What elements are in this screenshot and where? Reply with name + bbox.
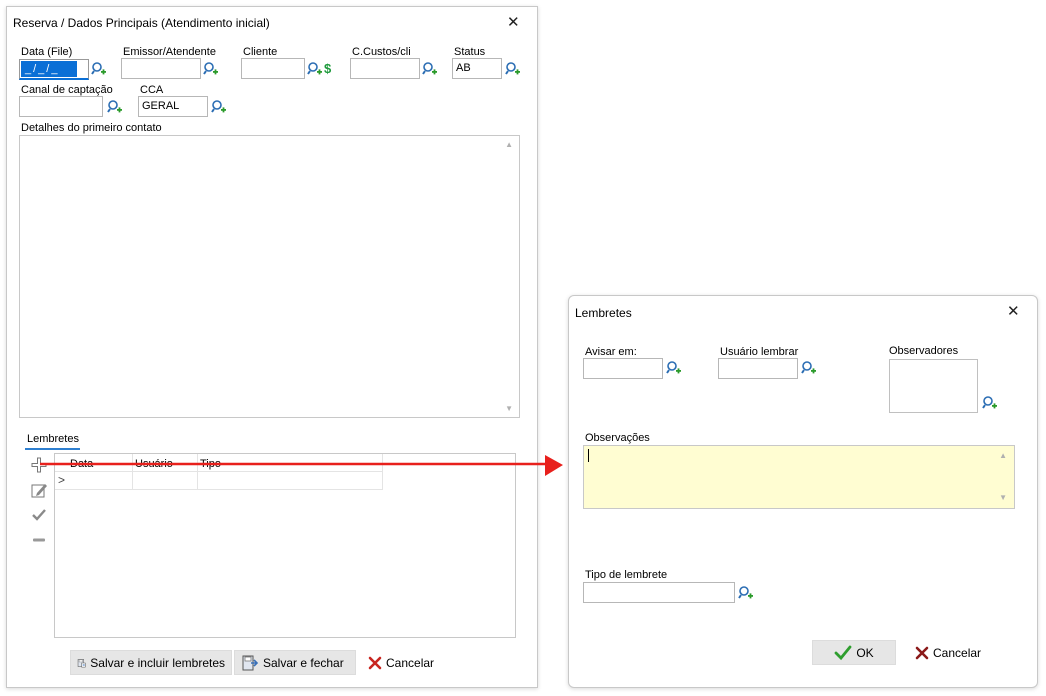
lookup-icon[interactable] (91, 61, 107, 77)
lookup-icon[interactable] (505, 61, 521, 77)
canal-field[interactable] (19, 96, 103, 117)
cca-label: CCA (140, 84, 164, 96)
usuario-lembrar-label: Usuário lembrar (720, 346, 799, 358)
lookup-icon[interactable] (307, 61, 323, 77)
lookup-icon[interactable] (738, 585, 754, 601)
reminder-dialog: Lembretes ✕ Avisar em: Usuário lembrar O… (568, 295, 1038, 688)
ok-label: OK (856, 645, 874, 660)
scroll-down-icon[interactable]: ▼ (505, 404, 513, 413)
save-document-icon (77, 658, 86, 667)
ok-check-icon (834, 645, 852, 660)
tab-underline (25, 448, 80, 450)
save-include-label: Salvar e incluir lembretes (90, 655, 225, 670)
save-close-button[interactable]: Salvar e fechar (234, 650, 356, 675)
save-include-button[interactable]: Salvar e incluir lembretes (70, 650, 232, 675)
status-label: Status (454, 46, 486, 58)
text-cursor (588, 449, 589, 462)
data-file-value: _/_/_ (21, 61, 77, 77)
usuario-lembrar-field[interactable] (718, 358, 798, 379)
observacoes-textarea[interactable]: ▲ ▼ (583, 445, 1015, 509)
save-exit-icon (242, 655, 259, 670)
canal-label: Canal de captação (21, 84, 113, 96)
checkmark-icon[interactable] (30, 506, 48, 524)
lookup-icon[interactable] (211, 99, 227, 115)
emissor-field[interactable] (121, 58, 201, 79)
edit-icon[interactable] (30, 481, 48, 499)
cancel-button[interactable]: Cancelar (362, 650, 442, 675)
avisar-em-field[interactable] (583, 358, 663, 379)
observadores-list[interactable] (889, 359, 978, 413)
scroll-up-icon[interactable]: ▲ (999, 451, 1007, 460)
cancel-button[interactable]: Cancelar (909, 640, 989, 665)
detalhes-label: Detalhes do primeiro contato (21, 122, 162, 134)
reminder-dialog-title: Lembretes (575, 306, 632, 320)
main-dialog: Reserva / Dados Principais (Atendimento … (6, 6, 538, 688)
emissor-label: Emissor/Atendente (123, 46, 216, 58)
lookup-icon[interactable] (203, 61, 219, 77)
scroll-down-icon[interactable]: ▼ (999, 493, 1007, 502)
cancel-label: Cancelar (933, 645, 982, 660)
dollar-icon[interactable]: $ (324, 61, 331, 76)
lookup-icon[interactable] (107, 99, 123, 115)
data-file-label: Data (File) (21, 46, 73, 58)
remove-icon[interactable] (30, 531, 48, 549)
lembretes-grid[interactable]: Data Usuário Tipo > (54, 453, 516, 638)
lookup-icon[interactable] (422, 61, 438, 77)
ccustos-label: C.Custos/cli (352, 46, 411, 58)
cca-field[interactable]: GERAL (138, 96, 208, 117)
tipo-lembrete-field[interactable] (583, 582, 735, 603)
ccustos-field[interactable] (350, 58, 420, 79)
main-dialog-title: Reserva / Dados Principais (Atendimento … (13, 16, 270, 30)
cancel-x-icon (915, 646, 929, 659)
tipo-lembrete-label: Tipo de lembrete (585, 569, 668, 581)
detalhes-textarea[interactable]: ▲ ▼ (19, 135, 520, 418)
lookup-icon[interactable] (982, 395, 998, 411)
status-field[interactable]: AB (452, 58, 502, 79)
avisar-em-label: Avisar em: (585, 346, 637, 358)
observacoes-label: Observações (585, 432, 650, 444)
tab-lembretes[interactable]: Lembretes (27, 433, 79, 445)
close-icon[interactable]: ✕ (1007, 304, 1020, 319)
cliente-field[interactable] (241, 58, 305, 79)
scroll-up-icon[interactable]: ▲ (505, 140, 513, 149)
close-icon[interactable]: ✕ (507, 15, 520, 30)
lookup-icon[interactable] (801, 360, 817, 376)
observadores-label: Observadores (889, 345, 959, 357)
ok-button[interactable]: OK (812, 640, 896, 665)
data-file-field[interactable]: _/_/_ (19, 59, 89, 80)
lookup-icon[interactable] (666, 360, 682, 376)
cancel-label: Cancelar (386, 655, 435, 670)
red-arrow (40, 455, 563, 476)
cliente-label: Cliente (243, 46, 278, 58)
save-close-label: Salvar e fechar (263, 655, 344, 670)
cancel-x-icon (368, 656, 382, 669)
